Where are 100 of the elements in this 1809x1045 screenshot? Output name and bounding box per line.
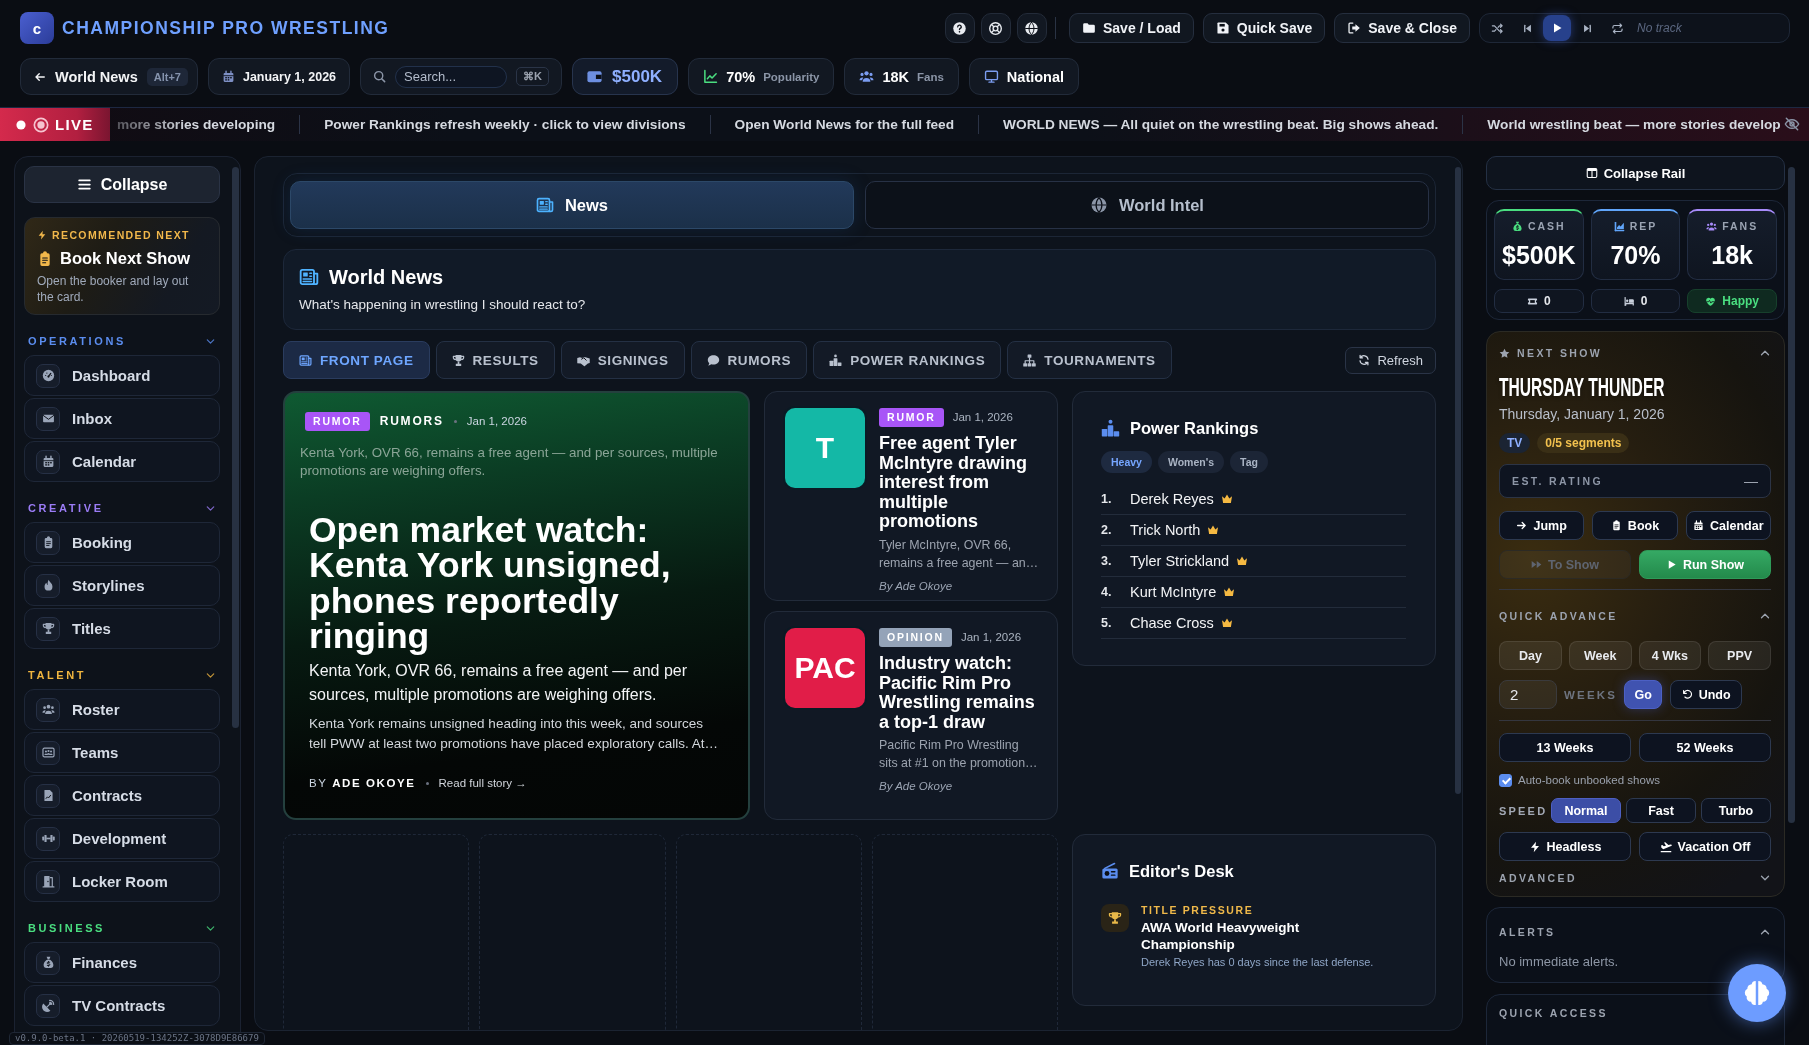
- status-label: Popularity: [763, 70, 820, 83]
- view-tab[interactable]: World Intel: [865, 181, 1429, 229]
- recommendation-eyebrow: RECOMMENDED NEXT: [52, 229, 190, 241]
- nav-item[interactable]: Teams: [24, 732, 220, 773]
- back-button[interactable]: World News Alt+7: [20, 58, 198, 95]
- next-icon[interactable]: [1581, 22, 1593, 34]
- filter-tab[interactable]: SIGNINGS: [560, 341, 685, 379]
- nav-item[interactable]: Booking: [24, 522, 220, 563]
- ticker-item[interactable]: more stories developing: [117, 117, 276, 132]
- date-button[interactable]: January 1, 2026: [207, 58, 351, 95]
- division-tab[interactable]: Heavy: [1101, 451, 1152, 473]
- nav-item[interactable]: Roster: [24, 689, 220, 730]
- toggle-button[interactable]: Headless: [1499, 832, 1631, 861]
- lead-story-card[interactable]: [283, 391, 750, 820]
- previous-icon[interactable]: [1521, 22, 1533, 34]
- advance-button[interactable]: Day: [1499, 641, 1562, 670]
- story-summary: Pacific Rim Pro Wrestling sits at #1 on the promotion…: [879, 737, 1039, 773]
- envelope-icon: [36, 406, 60, 431]
- id-card-icon: [36, 740, 60, 765]
- filter-tab[interactable]: RESULTS: [435, 341, 555, 379]
- read-more-link[interactable]: Read full story →: [438, 777, 527, 790]
- repeat-icon[interactable]: [1610, 21, 1624, 35]
- advance-button[interactable]: 13 Weeks: [1499, 733, 1631, 762]
- advance-button[interactable]: 4 Wks: [1638, 641, 1702, 670]
- nav-item[interactable]: Titles: [24, 608, 220, 649]
- undo-button[interactable]: Undo: [1670, 680, 1743, 709]
- go-button[interactable]: Go: [1624, 680, 1663, 709]
- nav-item[interactable]: Storylines: [24, 565, 220, 606]
- nav-item[interactable]: Locker Room: [24, 861, 220, 902]
- shortcut-key: ⌘K: [516, 67, 549, 86]
- ticker-item[interactable]: Open World News for the full feed: [734, 117, 955, 132]
- separator-dot-icon: [425, 781, 429, 785]
- ticker-item[interactable]: WORLD NEWS — All quiet on the wrestling beat. Big shows ahead.: [1003, 117, 1439, 132]
- help-button[interactable]: [944, 13, 975, 43]
- advance-button[interactable]: Week: [1568, 641, 1632, 670]
- speed-option[interactable]: Normal: [1551, 798, 1621, 823]
- nav-item[interactable]: Contracts: [24, 775, 220, 816]
- run-show-button[interactable]: Run Show: [1639, 550, 1771, 579]
- door-icon: [36, 869, 60, 894]
- advance-button[interactable]: 52 Weeks: [1639, 733, 1771, 762]
- eye-slash-icon[interactable]: [1784, 116, 1800, 132]
- scrollbar[interactable]: [232, 167, 239, 728]
- scrollbar[interactable]: [1455, 167, 1461, 794]
- save-load-button[interactable]: Save / Load: [1068, 13, 1194, 43]
- play-button[interactable]: [1543, 15, 1571, 41]
- save-close-button[interactable]: Save & Close: [1334, 13, 1470, 43]
- division-tab[interactable]: Women's: [1157, 451, 1224, 473]
- scrollbar[interactable]: [1788, 167, 1795, 823]
- wallet-icon: [586, 68, 603, 85]
- rank-number: 4.: [1101, 585, 1113, 599]
- weeks-field[interactable]: 2: [1499, 680, 1557, 709]
- rank-number: 3.: [1101, 554, 1113, 568]
- speed-option[interactable]: Fast: [1626, 798, 1696, 823]
- story-card[interactable]: T RUMOR Jan 1, 2026 Free agent Tyler McIntyre drawing interest from multiple promotions Tyler McIntyre, OVR 66, remains a free agent — an… By Ade Okoye: [764, 391, 1058, 601]
- view-tab[interactable]: News: [290, 181, 854, 229]
- toggle-button[interactable]: Vacation Off: [1639, 832, 1771, 861]
- language-button[interactable]: [1016, 13, 1047, 43]
- speed-option[interactable]: Turbo: [1701, 798, 1771, 823]
- radio-icon: [1101, 862, 1119, 880]
- crown-icon: [1207, 524, 1220, 536]
- speed-label: SPEED: [1499, 804, 1546, 817]
- support-button[interactable]: [980, 13, 1011, 43]
- wrestler-name: Tyler Strickland: [1130, 553, 1230, 569]
- ticker-item[interactable]: World wrestling beat — more stories develop: [1487, 117, 1781, 132]
- nav-item[interactable]: Calendar: [24, 441, 220, 482]
- ticker-item[interactable]: Power Rankings refresh weekly · click to view divisions: [324, 117, 686, 132]
- nav-item[interactable]: Dashboard: [24, 355, 220, 396]
- refresh-button[interactable]: Refresh: [1345, 346, 1436, 374]
- filter-tab[interactable]: TOURNAMENTS: [1007, 341, 1172, 379]
- shuffle-icon[interactable]: [1490, 21, 1504, 35]
- filter-tab[interactable]: FRONT PAGE: [283, 341, 430, 379]
- filter-tab[interactable]: POWER RANKINGS: [813, 341, 1002, 379]
- show-action-button[interactable]: Book: [1592, 511, 1678, 540]
- collapse-rail-button[interactable]: Collapse Rail: [1486, 156, 1785, 190]
- quick-save-button[interactable]: Quick Save: [1202, 13, 1326, 43]
- live-label: LIVE: [55, 116, 94, 133]
- recommendation-card[interactable]: RECOMMENDED NEXT Book Next Show Open the booker and lay out the card.: [24, 217, 220, 315]
- nav-item[interactable]: Finances: [24, 942, 220, 983]
- sitemap-icon: [1023, 353, 1037, 367]
- search-field[interactable]: Search...: [395, 65, 508, 88]
- calendar-icon: [1693, 520, 1705, 531]
- exit-icon: [1347, 21, 1362, 35]
- story-summary: Tyler McIntyre, OVR 66, remains a free agent — an…: [879, 536, 1040, 572]
- nav-item[interactable]: TV Contracts: [24, 985, 220, 1026]
- advance-button[interactable]: PPV: [1708, 641, 1771, 670]
- folder-icon: [1081, 21, 1096, 35]
- story-card[interactable]: PAC OPINION Jan 1, 2026 Industry watch: Pacific Rim Pro Wrestling remains a top-1 draw Pacific Rim Pro Wrestling sits at #1 on the promotion… By Ade Okoye: [764, 611, 1058, 820]
- globe-icon: [1024, 20, 1040, 36]
- checkbox[interactable]: [1499, 773, 1512, 787]
- nav-item[interactable]: Inbox: [24, 398, 220, 439]
- show-action-button[interactable]: Jump: [1499, 511, 1585, 540]
- show-action-button[interactable]: Calendar: [1685, 511, 1771, 540]
- shortcut-key: Alt+7: [146, 67, 188, 86]
- nav-item[interactable]: Development: [24, 818, 220, 859]
- collapse-button[interactable]: Collapse: [24, 166, 220, 203]
- menu-icon: [76, 177, 92, 192]
- division-tab[interactable]: Tag: [1230, 451, 1268, 473]
- star-icon: [1499, 347, 1510, 359]
- filter-tab[interactable]: RUMORS: [690, 341, 808, 379]
- record-icon: [33, 116, 49, 133]
